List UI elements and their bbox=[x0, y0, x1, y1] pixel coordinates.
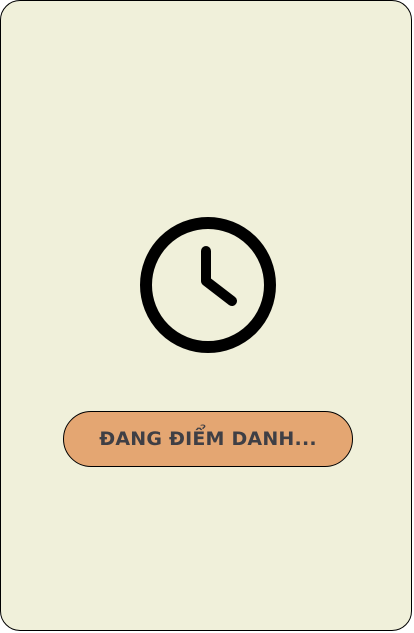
attendance-status-button[interactable]: ĐANG ĐIỂM DANH... bbox=[63, 411, 353, 467]
clock-icon bbox=[138, 215, 278, 355]
attendance-status-label: ĐANG ĐIỂM DANH... bbox=[99, 428, 317, 450]
attendance-card: ĐANG ĐIỂM DANH... bbox=[0, 0, 412, 631]
